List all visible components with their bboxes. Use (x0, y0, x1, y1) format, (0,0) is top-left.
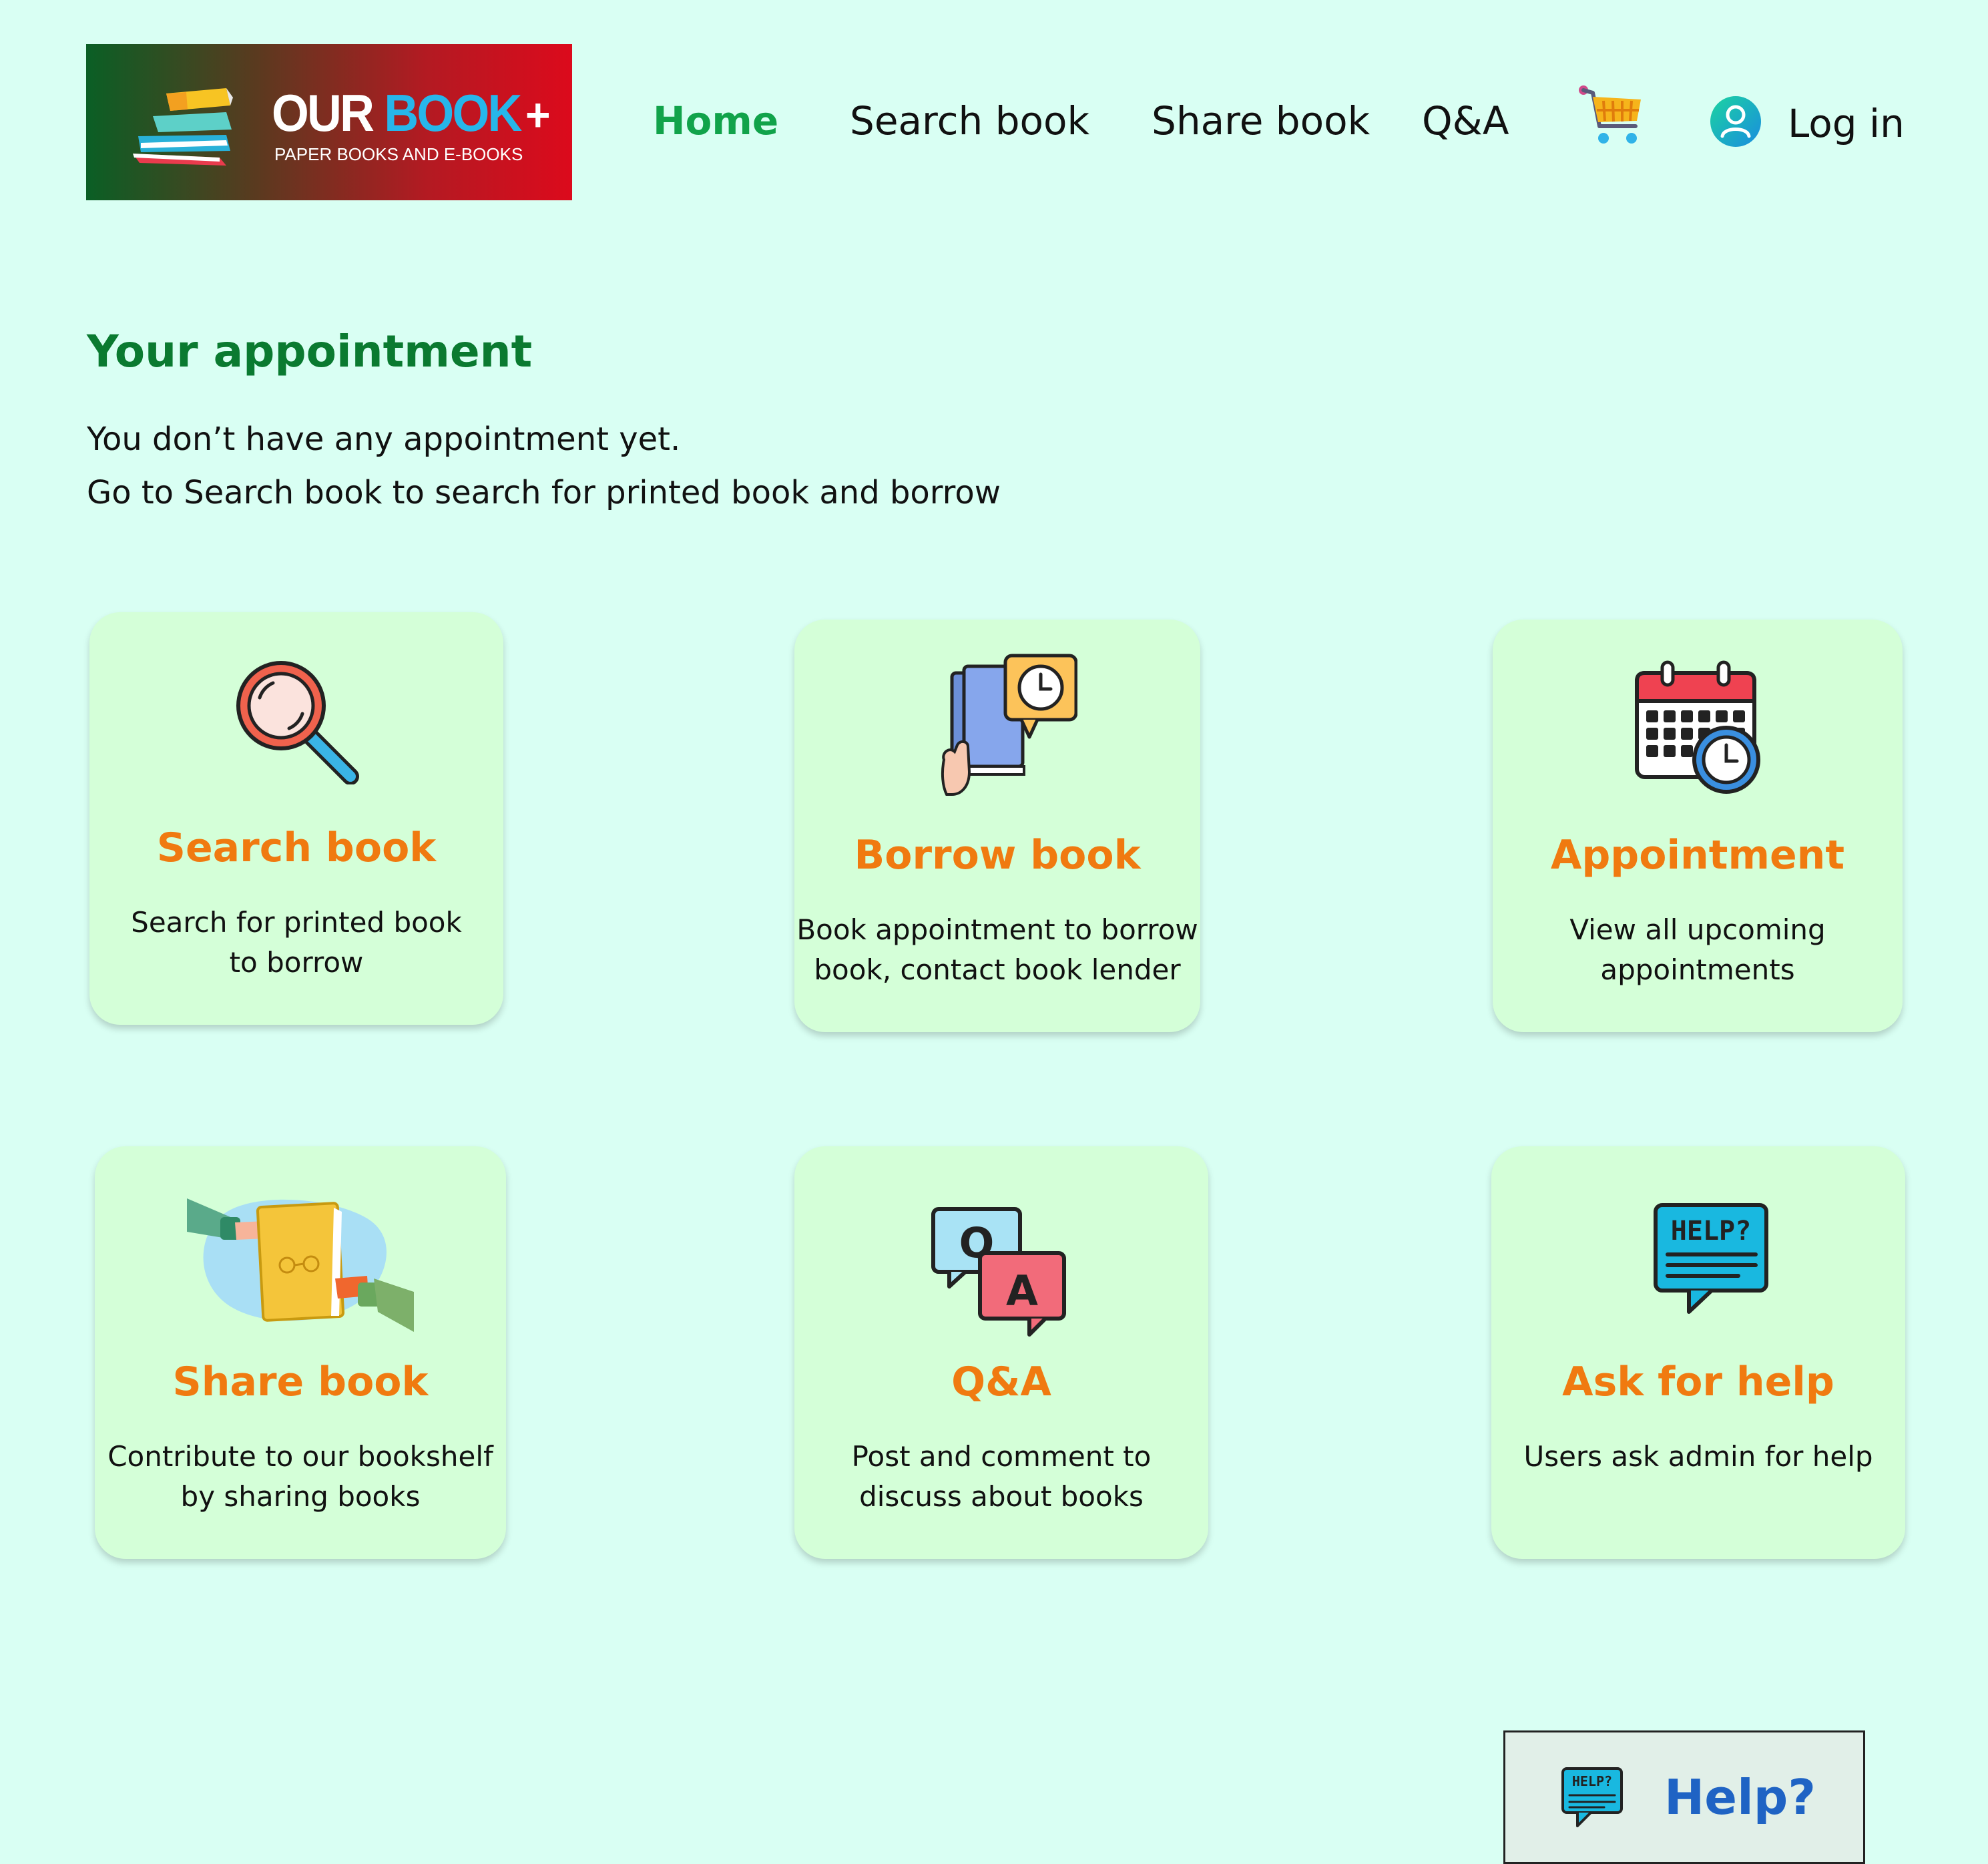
card-title: Ask for help (1562, 1359, 1834, 1405)
help-bubble-icon: HELP? (1561, 1767, 1623, 1827)
logo-title: OUR BOOK + (272, 83, 551, 142)
card-search-book[interactable]: Search book Search for printed book to b… (89, 612, 503, 1025)
card-description: Book appointment to borrow book, contact… (796, 913, 1198, 986)
nav-search-book[interactable]: Search book (850, 96, 1089, 146)
card-appointment[interactable]: Appointment View all upcoming appointmen… (1493, 620, 1903, 1032)
user-icon[interactable] (1709, 95, 1762, 148)
card-qa[interactable]: Q A Q&A Post and comment to discuss abou… (794, 1146, 1208, 1559)
logo-subtitle: PAPER BOOKS AND E-BOOKS (274, 144, 523, 164)
magnifier-icon (236, 661, 359, 784)
book-clock-icon (941, 654, 1077, 796)
books-stack-icon (133, 88, 233, 166)
card-description: Post and comment to discuss about books (851, 1440, 1152, 1513)
card-title: Share book (172, 1359, 429, 1405)
logo[interactable]: OUR BOOK + PAPER BOOKS AND E-BOOKS (86, 44, 572, 200)
help-widget-label: Help? (1664, 1769, 1816, 1825)
card-title: Q&A (951, 1359, 1051, 1405)
card-title: Search book (156, 825, 437, 871)
help-widget-button[interactable]: HELP? Help? (1503, 1730, 1865, 1864)
calendar-clock-icon (1635, 660, 1760, 794)
no-appointment-text: You don’t have any appointment yet. (87, 421, 681, 458)
card-description: Search for printed book to borrow (131, 906, 462, 979)
nav-login[interactable]: Log in (1788, 99, 1905, 148)
card-description: Contribute to our bookshelf by sharing b… (107, 1440, 493, 1513)
search-hint-text: Go to Search book to search for printed … (87, 474, 1001, 511)
nav-share-book[interactable]: Share book (1152, 96, 1370, 146)
card-ask-for-help[interactable]: HELP? Ask for help Users ask admin for h… (1491, 1146, 1905, 1559)
card-share-book[interactable]: Share book Contribute to our bookshelf b… (95, 1146, 506, 1559)
svg-text:A: A (1006, 1266, 1038, 1315)
card-borrow-book[interactable]: Borrow book Book appointment to borrow b… (794, 620, 1200, 1032)
card-title: Appointment (1550, 832, 1845, 879)
nav-qa[interactable]: Q&A (1422, 96, 1509, 146)
help-bubble-icon: HELP? (1654, 1203, 1768, 1314)
card-description: View all upcoming appointments (1569, 913, 1826, 986)
svg-text:HELP?: HELP? (1671, 1216, 1751, 1246)
section-title: Your appointment (87, 326, 533, 377)
share-book-icon (187, 1198, 414, 1332)
svg-text:HELP?: HELP? (1572, 1773, 1612, 1789)
card-description: Users ask admin for help (1523, 1440, 1873, 1473)
qa-bubbles-icon: Q A (931, 1207, 1066, 1337)
card-title: Borrow book (854, 832, 1141, 879)
nav-home[interactable]: Home (653, 96, 778, 146)
cart-icon[interactable] (1577, 83, 1646, 150)
